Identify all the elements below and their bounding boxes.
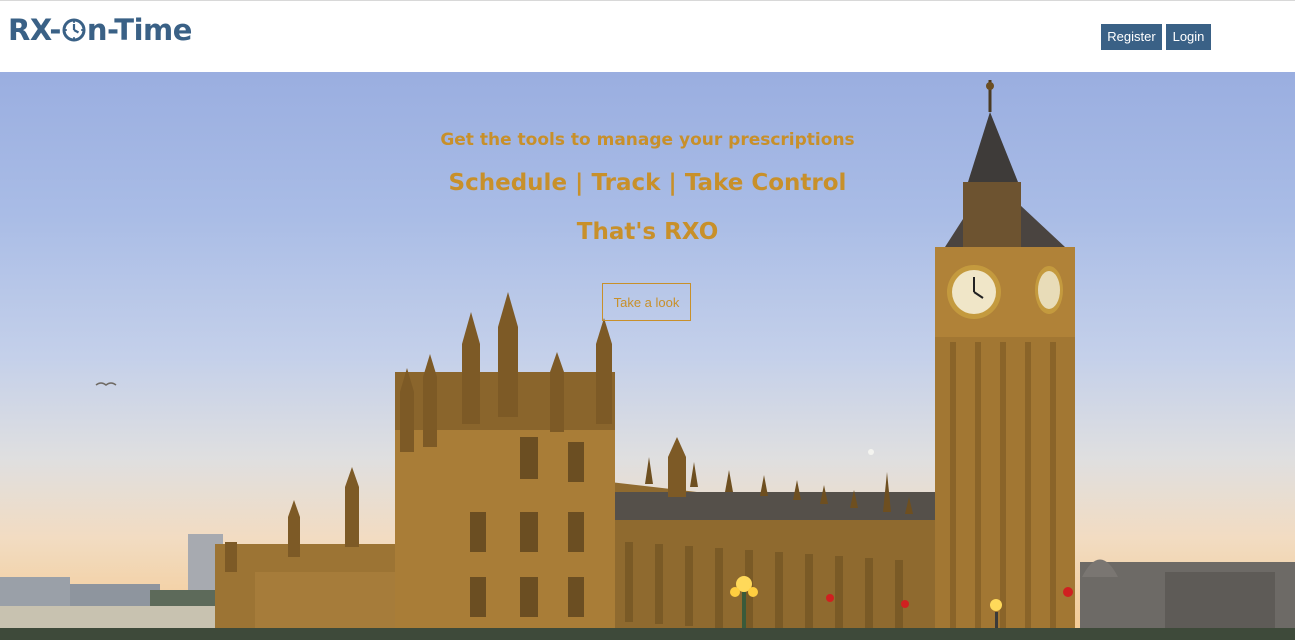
brand-logo[interactable]: RX- n-Time	[8, 13, 192, 47]
clock-icon	[62, 18, 86, 42]
hero-heading-brand: That's RXO	[576, 219, 719, 245]
login-button[interactable]: Login	[1166, 24, 1211, 50]
hero-heading-features: Schedule | Track | Take Control	[448, 170, 847, 196]
site-header: RX- n-Time Register Login	[0, 0, 1295, 72]
brand-name-suffix: n-Time	[86, 13, 193, 47]
hero-subheading: Get the tools to manage your prescriptio…	[440, 130, 855, 150]
brand-name-prefix: RX-	[8, 13, 61, 47]
take-a-look-button[interactable]: Take a look	[602, 283, 691, 321]
register-button[interactable]: Register	[1101, 24, 1162, 50]
hero-section: Get the tools to manage your prescriptio…	[0, 72, 1295, 640]
hero-background-image	[0, 80, 1295, 640]
